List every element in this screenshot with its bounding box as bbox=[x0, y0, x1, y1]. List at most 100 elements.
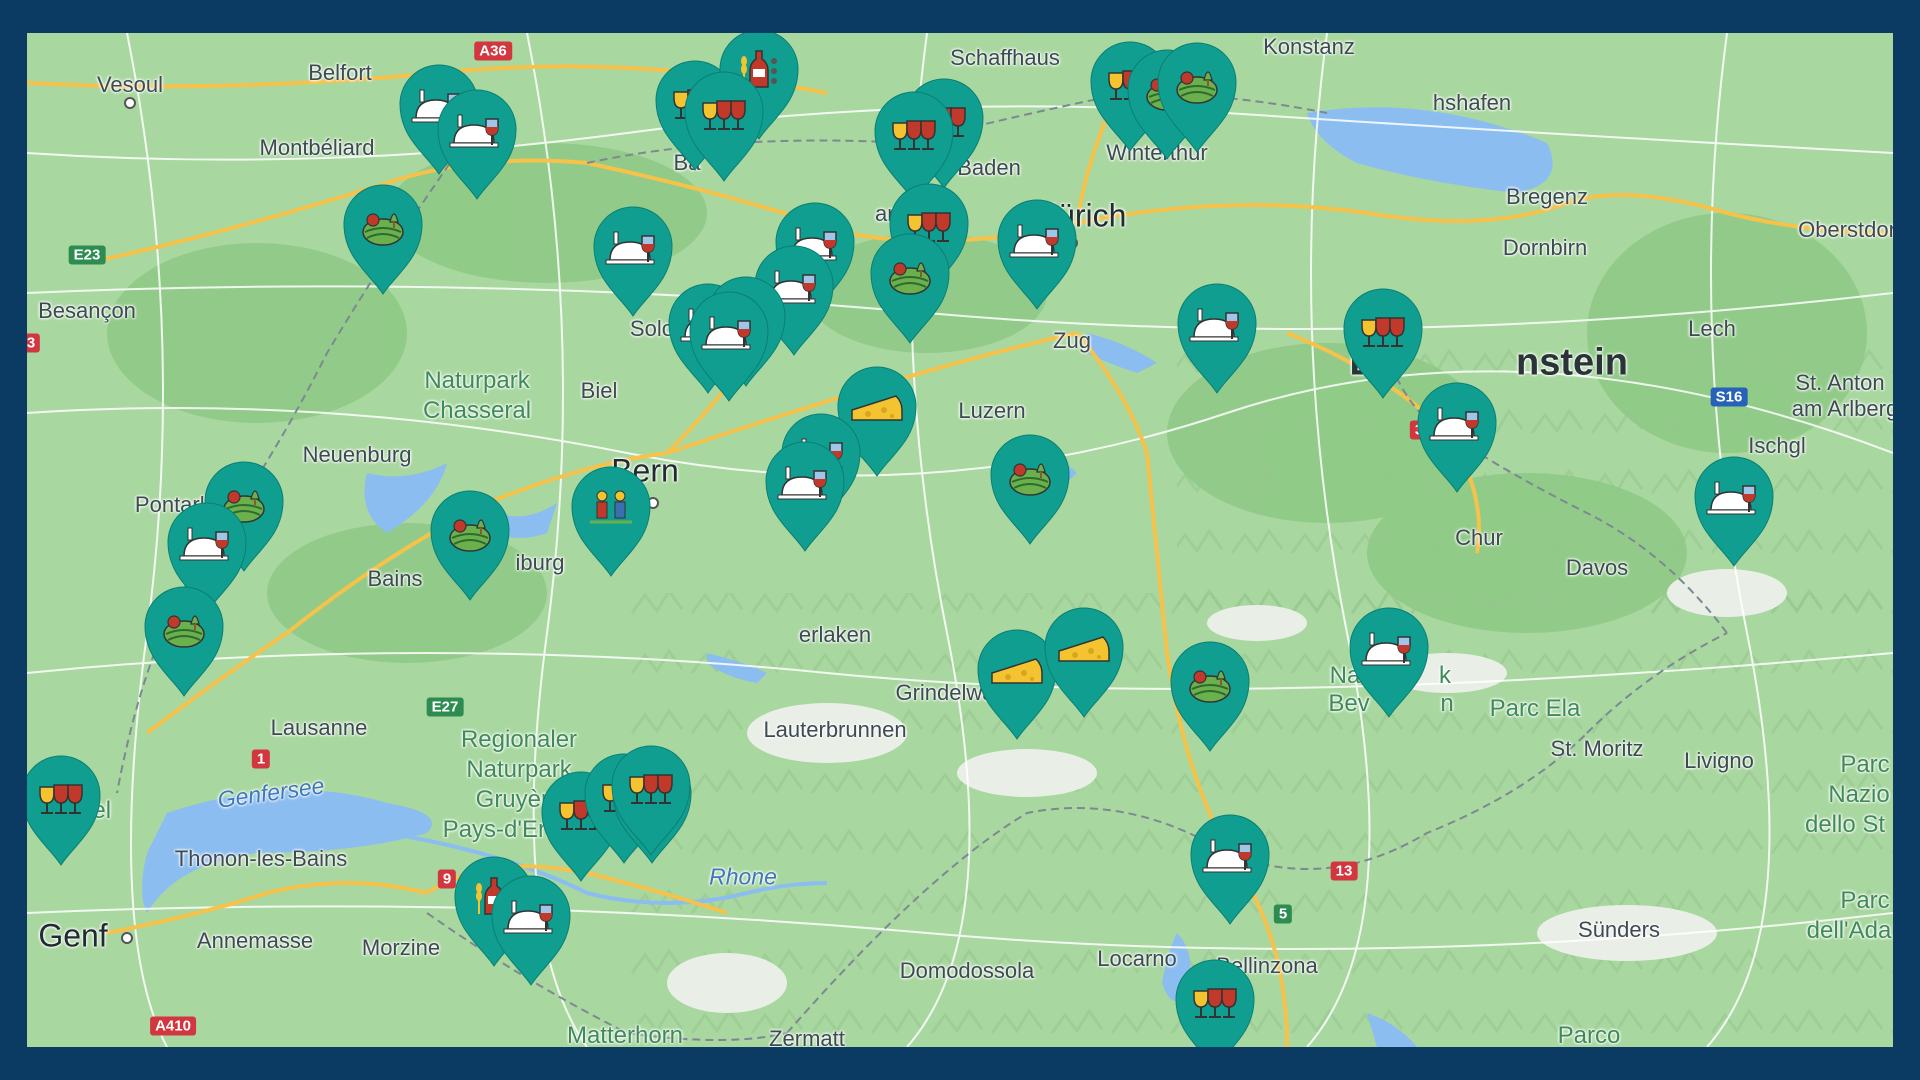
place-label-bains: Bains bbox=[367, 566, 423, 591]
map-pin-wine[interactable] bbox=[608, 739, 694, 859]
place-label-naturpark-chasseral-2: Chasseral bbox=[422, 397, 532, 424]
place-label-adamello-1: Parc bbox=[1840, 887, 1890, 914]
wine-dinner-icon bbox=[1694, 456, 1774, 567]
water-label-rhone: Rhone bbox=[709, 863, 777, 890]
place-label-gruyere-1: Regionaler bbox=[460, 726, 578, 753]
wine-dinner-icon bbox=[765, 441, 845, 552]
road-shield-1: 1 bbox=[251, 749, 271, 769]
road-shield-e27: E27 bbox=[426, 697, 464, 717]
map-pin-wine-dinner[interactable] bbox=[434, 83, 520, 203]
place-label-gruyere-4: Pays-d'En bbox=[442, 816, 552, 843]
place-label-annemasse: Annemasse bbox=[196, 928, 314, 953]
vineyard-icon bbox=[144, 586, 224, 697]
wine-dinner-icon bbox=[689, 291, 769, 402]
place-label-stelvio-2: Nazio bbox=[1828, 781, 1890, 808]
wine-icon bbox=[684, 71, 764, 182]
road-shield-a410: A410 bbox=[150, 1016, 196, 1036]
place-label-matterhorn: Matterhorn bbox=[566, 1022, 684, 1047]
place-label-besancon: Besançon bbox=[38, 298, 136, 323]
wine-dinner-icon bbox=[1349, 607, 1429, 718]
place-label-zug: Zug bbox=[1053, 328, 1091, 353]
wine-icon bbox=[1175, 959, 1255, 1047]
place-label-lausanne: Lausanne bbox=[270, 715, 368, 740]
map-pin-vineyard[interactable] bbox=[427, 484, 513, 604]
map-pin-vineyard[interactable] bbox=[340, 178, 426, 298]
map-pin-wine-dinner[interactable] bbox=[762, 435, 848, 555]
wine-dinner-icon bbox=[593, 206, 673, 317]
place-label-dornbirn: Dornbirn bbox=[1502, 235, 1588, 260]
place-label-beverin-4: n bbox=[1440, 690, 1454, 717]
place-label-locarno: Locarno bbox=[1097, 946, 1177, 971]
map-pin-wine[interactable] bbox=[681, 65, 767, 185]
map-pin-wine[interactable] bbox=[27, 749, 104, 869]
place-label-iburg: iburg bbox=[515, 550, 565, 575]
map-pin-vineyard[interactable] bbox=[987, 428, 1073, 548]
map-pin-vineyard[interactable] bbox=[1154, 36, 1240, 156]
road-shield-s16: S16 bbox=[1710, 387, 1748, 407]
map-canvas[interactable]: Vesoul Belfort Montbéliard Besançon Pont… bbox=[27, 33, 1893, 1047]
place-label-adamello-2: dell'Ada bbox=[1806, 917, 1892, 944]
place-label-domodossola: Domodossola bbox=[899, 958, 1035, 983]
vineyard-icon bbox=[430, 490, 510, 601]
place-label-interlaken: erlaken bbox=[798, 622, 872, 647]
place-label-stelvio-3: dello St bbox=[1804, 811, 1886, 838]
place-label-friedrichshafen: hshafen bbox=[1432, 90, 1512, 115]
map-pin-wine-dinner[interactable] bbox=[994, 193, 1080, 313]
place-label-neuenburg: Neuenburg bbox=[302, 442, 412, 467]
place-label-liechtenstein-b: nstein bbox=[1516, 341, 1628, 384]
place-label-oberstdorf: Oberstdor bbox=[1798, 217, 1893, 242]
city-dot bbox=[124, 97, 136, 109]
road-shield-3: 3 bbox=[27, 333, 41, 353]
map-pin-wine-dinner[interactable] bbox=[1174, 277, 1260, 397]
map-pin-vineyard[interactable] bbox=[141, 580, 227, 700]
city-dot-genf bbox=[121, 932, 133, 944]
map-pin-wine-dinner[interactable] bbox=[590, 200, 676, 320]
vineyard-icon bbox=[1157, 42, 1237, 153]
place-label-genf: Genf bbox=[38, 917, 108, 954]
people-icon bbox=[571, 466, 651, 577]
place-label-biel: Biel bbox=[580, 378, 618, 403]
place-label-thonon: Thonon-les-Bains bbox=[174, 846, 348, 871]
map-pin-wine-dinner[interactable] bbox=[1346, 601, 1432, 721]
place-label-luzern: Luzern bbox=[958, 398, 1026, 423]
place-label-vesoul: Vesoul bbox=[96, 72, 164, 97]
map-pin-wine-dinner[interactable] bbox=[1414, 376, 1500, 496]
map-pin-cheese[interactable] bbox=[1041, 601, 1127, 721]
vineyard-icon bbox=[990, 434, 1070, 545]
map-pin-wine-dinner[interactable] bbox=[686, 285, 772, 405]
place-label-chur: Chur bbox=[1455, 525, 1503, 550]
wine-icon bbox=[27, 755, 101, 866]
place-label-parc-ela: Parc Ela bbox=[1489, 695, 1581, 722]
place-label-konstanz: Konstanz bbox=[1263, 34, 1355, 59]
road-shield-e23: E23 bbox=[68, 245, 106, 265]
vineyard-icon bbox=[870, 233, 950, 344]
wine-dinner-icon bbox=[997, 199, 1077, 310]
map-pin-vineyard[interactable] bbox=[1167, 635, 1253, 755]
place-label-am-arlberg: am Arlberg bbox=[1791, 396, 1893, 421]
place-label-zermatt: Zermatt bbox=[769, 1026, 845, 1047]
place-label-schaffhausen: Schaffhaus bbox=[950, 45, 1060, 70]
place-label-sunders: Sünders bbox=[1578, 917, 1660, 942]
map-pin-wine-dinner[interactable] bbox=[488, 869, 574, 989]
map-pin-wine-dinner[interactable] bbox=[1187, 808, 1273, 928]
vineyard-icon bbox=[343, 184, 423, 295]
map-pin-wine[interactable] bbox=[1172, 953, 1258, 1047]
wine-dinner-icon bbox=[491, 875, 571, 986]
place-label-morzine: Morzine bbox=[361, 935, 441, 960]
map-pin-people[interactable] bbox=[568, 460, 654, 580]
place-label-bregenz: Bregenz bbox=[1506, 184, 1588, 209]
place-label-belfort: Belfort bbox=[308, 60, 372, 85]
place-label-naturpark-chasseral-1: Naturpark bbox=[424, 367, 530, 394]
wine-dinner-icon bbox=[1417, 382, 1497, 493]
place-label-parco: Parco bbox=[1557, 1022, 1621, 1047]
place-label-st-anton: St. Anton bbox=[1795, 370, 1885, 395]
place-label-stelvio-1: Parc bbox=[1840, 751, 1890, 778]
map-pin-vineyard[interactable] bbox=[867, 227, 953, 347]
place-label-davos: Davos bbox=[1565, 555, 1629, 580]
wine-dinner-icon bbox=[1177, 283, 1257, 394]
cheese-icon bbox=[1044, 607, 1124, 718]
place-label-livigno: Livigno bbox=[1684, 748, 1754, 773]
place-label-beverin-3: k bbox=[1439, 662, 1451, 689]
place-label-montbeliard: Montbéliard bbox=[259, 135, 375, 160]
map-pin-wine-dinner[interactable] bbox=[1691, 450, 1777, 570]
